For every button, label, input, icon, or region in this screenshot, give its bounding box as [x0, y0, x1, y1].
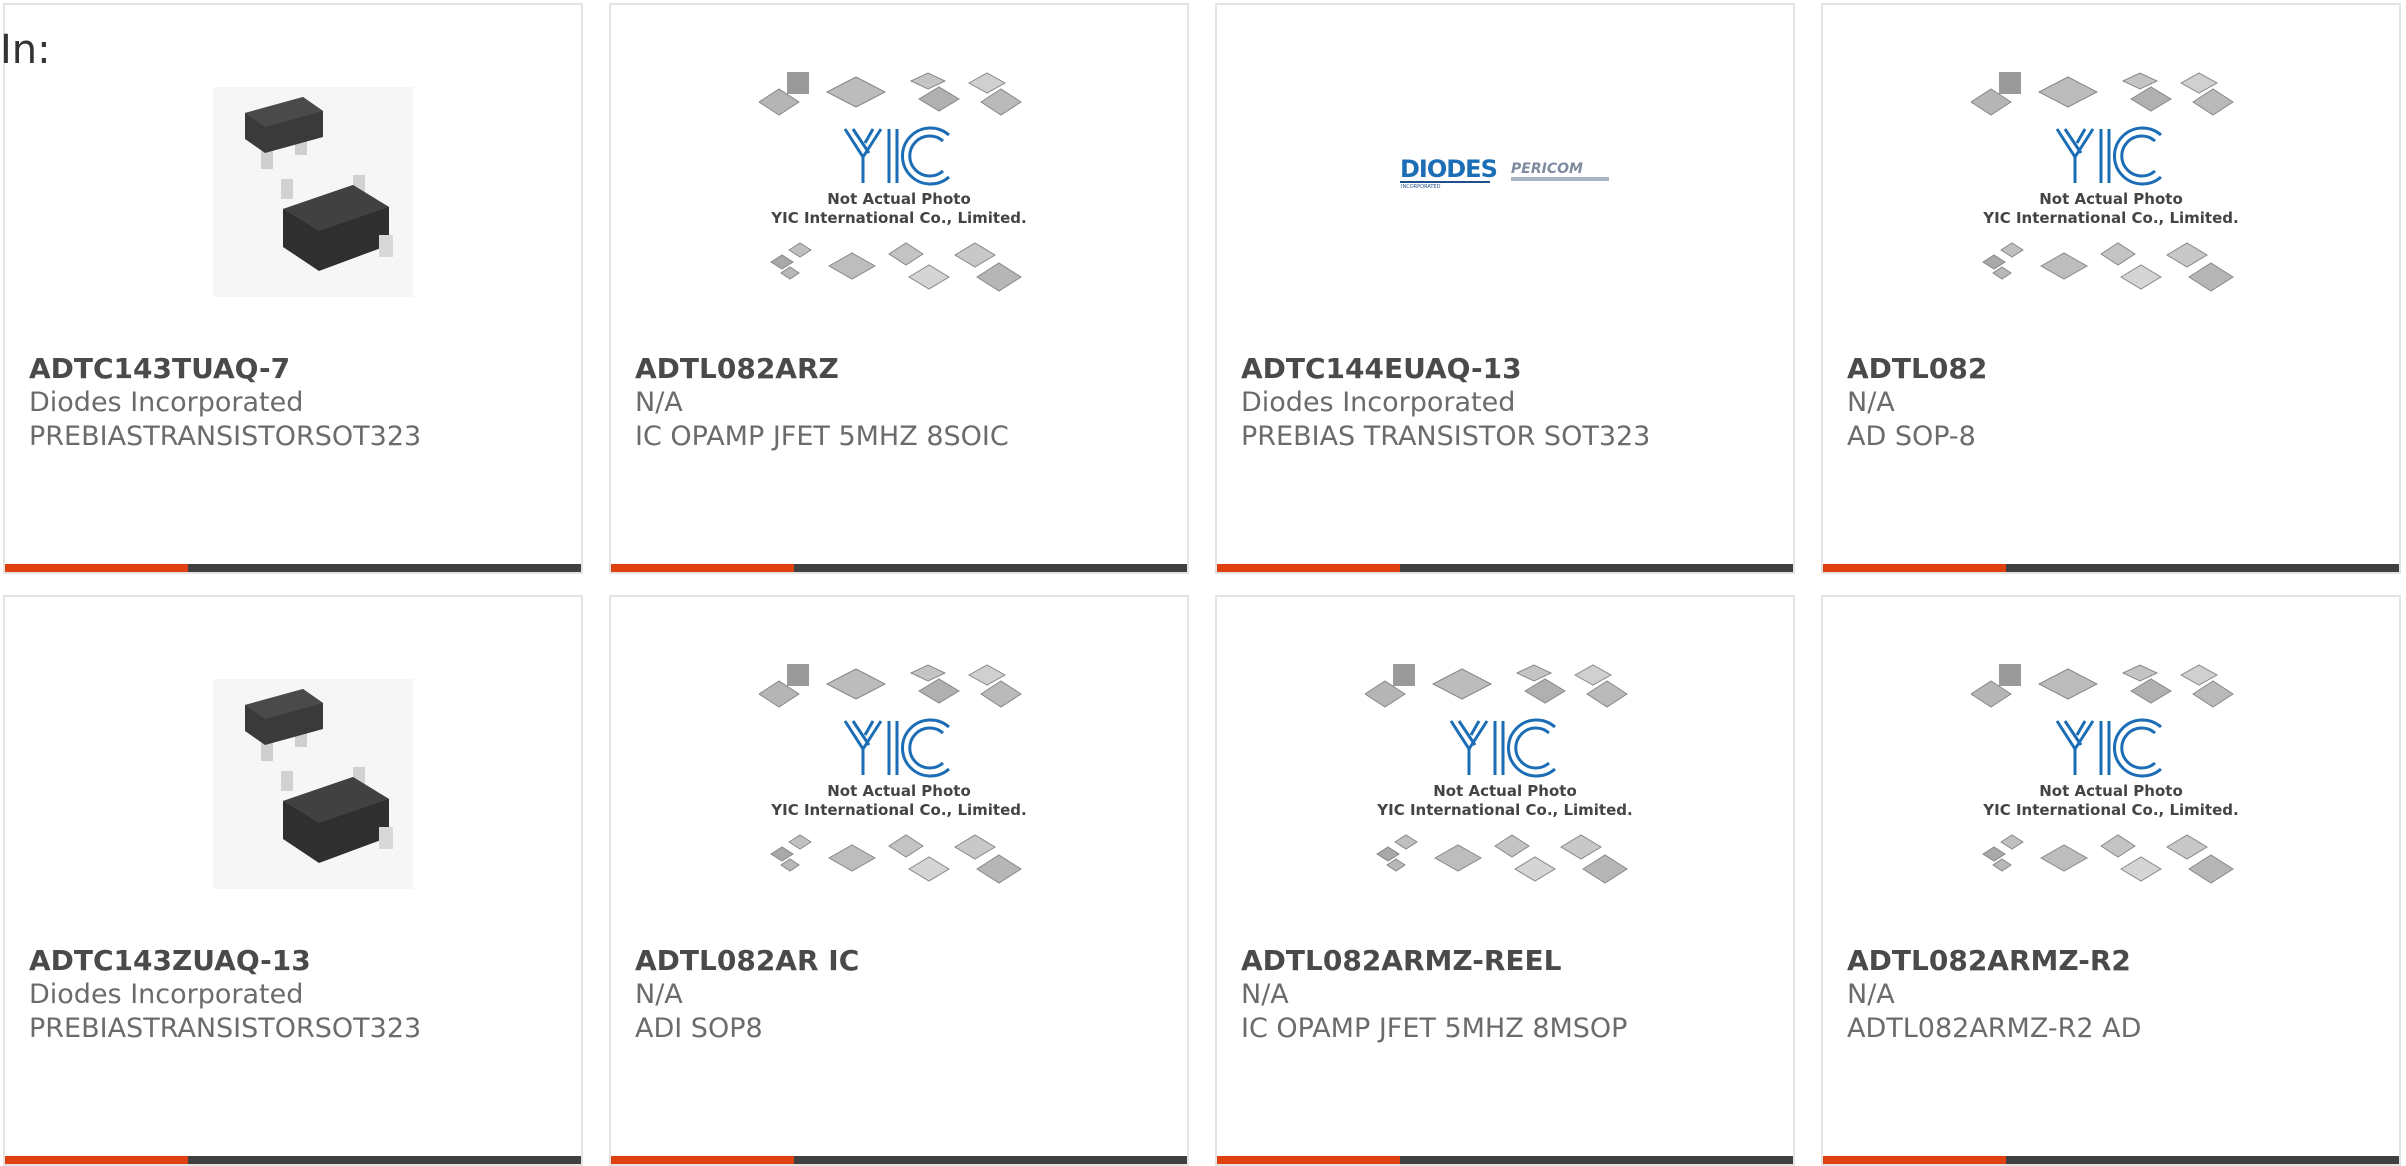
- manufacturer: N/A: [1847, 387, 1895, 418]
- product-image[interactable]: [153, 659, 433, 899]
- svg-text:YIC International Co., Limited: YIC International Co., Limited.: [1982, 801, 2238, 819]
- card-bar-accent: [5, 1156, 188, 1164]
- svg-text:DIODES: DIODES: [1400, 155, 1497, 183]
- product-image[interactable]: Not Actual Photo YIC International Co., L…: [759, 67, 1039, 307]
- svg-text:INCORPORATED: INCORPORATED: [1401, 184, 1441, 190]
- product-card[interactable]: DIODES INCORPORATED PERICOM ADTC144EUAQ-13…: [1215, 3, 1795, 574]
- product-card[interactable]: Not Actual Photo YIC International Co., L…: [609, 595, 1189, 1166]
- svg-text:YIC International Co., Limited: YIC International Co., Limited.: [770, 209, 1026, 227]
- svg-text:YIC International Co., Limited: YIC International Co., Limited.: [770, 801, 1026, 819]
- description: PREBIASTRANSISTORSOT323: [29, 421, 422, 452]
- card-bar-accent: [611, 1156, 794, 1164]
- description: PREBIASTRANSISTORSOT323: [29, 1013, 422, 1044]
- manufacturer: Diodes Incorporated: [29, 387, 304, 418]
- card-bar: [1823, 1156, 2399, 1164]
- product-card[interactable]: ADTC143TUAQ-7 Diodes Incorporated PREBIA…: [3, 3, 583, 574]
- product-card[interactable]: ADTC143ZUAQ-13 Diodes Incorporated PREBI…: [3, 595, 583, 1166]
- svg-text:YIC International Co., Limited: YIC International Co., Limited.: [1376, 801, 1632, 819]
- card-bar: [1217, 1156, 1793, 1164]
- card-bar-accent: [5, 564, 188, 572]
- svg-text:Not Actual Photo: Not Actual Photo: [2039, 782, 2183, 800]
- svg-text:Not Actual Photo: Not Actual Photo: [1433, 782, 1577, 800]
- part-number[interactable]: ADTC143ZUAQ-13: [29, 944, 569, 978]
- part-number[interactable]: ADTL082AR IC: [635, 944, 1175, 978]
- description: ADTL082ARMZ-R2 AD: [1847, 1013, 2142, 1044]
- card-bar: [1823, 564, 2399, 572]
- manufacturer: N/A: [635, 979, 683, 1010]
- card-bar-accent: [611, 564, 794, 572]
- product-image[interactable]: [153, 67, 433, 307]
- product-image[interactable]: Not Actual Photo YIC International Co., L…: [1971, 659, 2251, 899]
- description: PREBIAS TRANSISTOR SOT323: [1241, 421, 1651, 452]
- description: ADI SOP8: [635, 1013, 763, 1044]
- product-image[interactable]: Not Actual Photo YIC International Co., L…: [1365, 659, 1645, 899]
- card-bar: [611, 1156, 1187, 1164]
- svg-text:Not Actual Photo: Not Actual Photo: [827, 190, 971, 208]
- svg-text:YIC International Co., Limited: YIC International Co., Limited.: [1982, 209, 2238, 227]
- product-card[interactable]: Not Actual Photo YIC International Co., L…: [609, 3, 1189, 574]
- part-number[interactable]: ADTC143TUAQ-7: [29, 352, 569, 386]
- card-bar-accent: [1823, 1156, 2006, 1164]
- description: IC OPAMP JFET 5MHZ 8MSOP: [1241, 1013, 1628, 1044]
- manufacturer: Diodes Incorporated: [1241, 387, 1516, 418]
- description: IC OPAMP JFET 5MHZ 8SOIC: [635, 421, 1009, 452]
- product-card[interactable]: Not Actual Photo YIC International Co., L…: [1215, 595, 1795, 1166]
- product-image[interactable]: Not Actual Photo YIC International Co., L…: [759, 659, 1039, 899]
- card-bar-accent: [1823, 564, 2006, 572]
- card-bar: [5, 564, 581, 572]
- product-image[interactable]: Not Actual Photo YIC International Co., L…: [1971, 67, 2251, 307]
- card-bar: [1217, 564, 1793, 572]
- product-image[interactable]: DIODES INCORPORATED PERICOM: [1365, 67, 1645, 307]
- manufacturer: Diodes Incorporated: [29, 979, 304, 1010]
- card-bar: [5, 1156, 581, 1164]
- svg-text:Not Actual Photo: Not Actual Photo: [827, 782, 971, 800]
- description: AD SOP-8: [1847, 421, 1976, 452]
- part-number[interactable]: ADTL082ARMZ-REEL: [1241, 944, 1781, 978]
- manufacturer: N/A: [635, 387, 683, 418]
- top-label: In:: [0, 27, 51, 73]
- manufacturer: N/A: [1241, 979, 1289, 1010]
- product-card[interactable]: Not Actual Photo YIC International Co., L…: [1821, 3, 2401, 574]
- svg-text:Not Actual Photo: Not Actual Photo: [2039, 190, 2183, 208]
- card-bar: [611, 564, 1187, 572]
- part-number[interactable]: ADTC144EUAQ-13: [1241, 352, 1781, 386]
- card-bar-accent: [1217, 564, 1400, 572]
- manufacturer: N/A: [1847, 979, 1895, 1010]
- svg-text:PERICOM: PERICOM: [1511, 161, 1583, 177]
- card-bar-accent: [1217, 1156, 1400, 1164]
- part-number[interactable]: ADTL082: [1847, 352, 2387, 386]
- part-number[interactable]: ADTL082ARZ: [635, 352, 1175, 386]
- product-card[interactable]: Not Actual Photo YIC International Co., L…: [1821, 595, 2401, 1166]
- part-number[interactable]: ADTL082ARMZ-R2: [1847, 944, 2387, 978]
